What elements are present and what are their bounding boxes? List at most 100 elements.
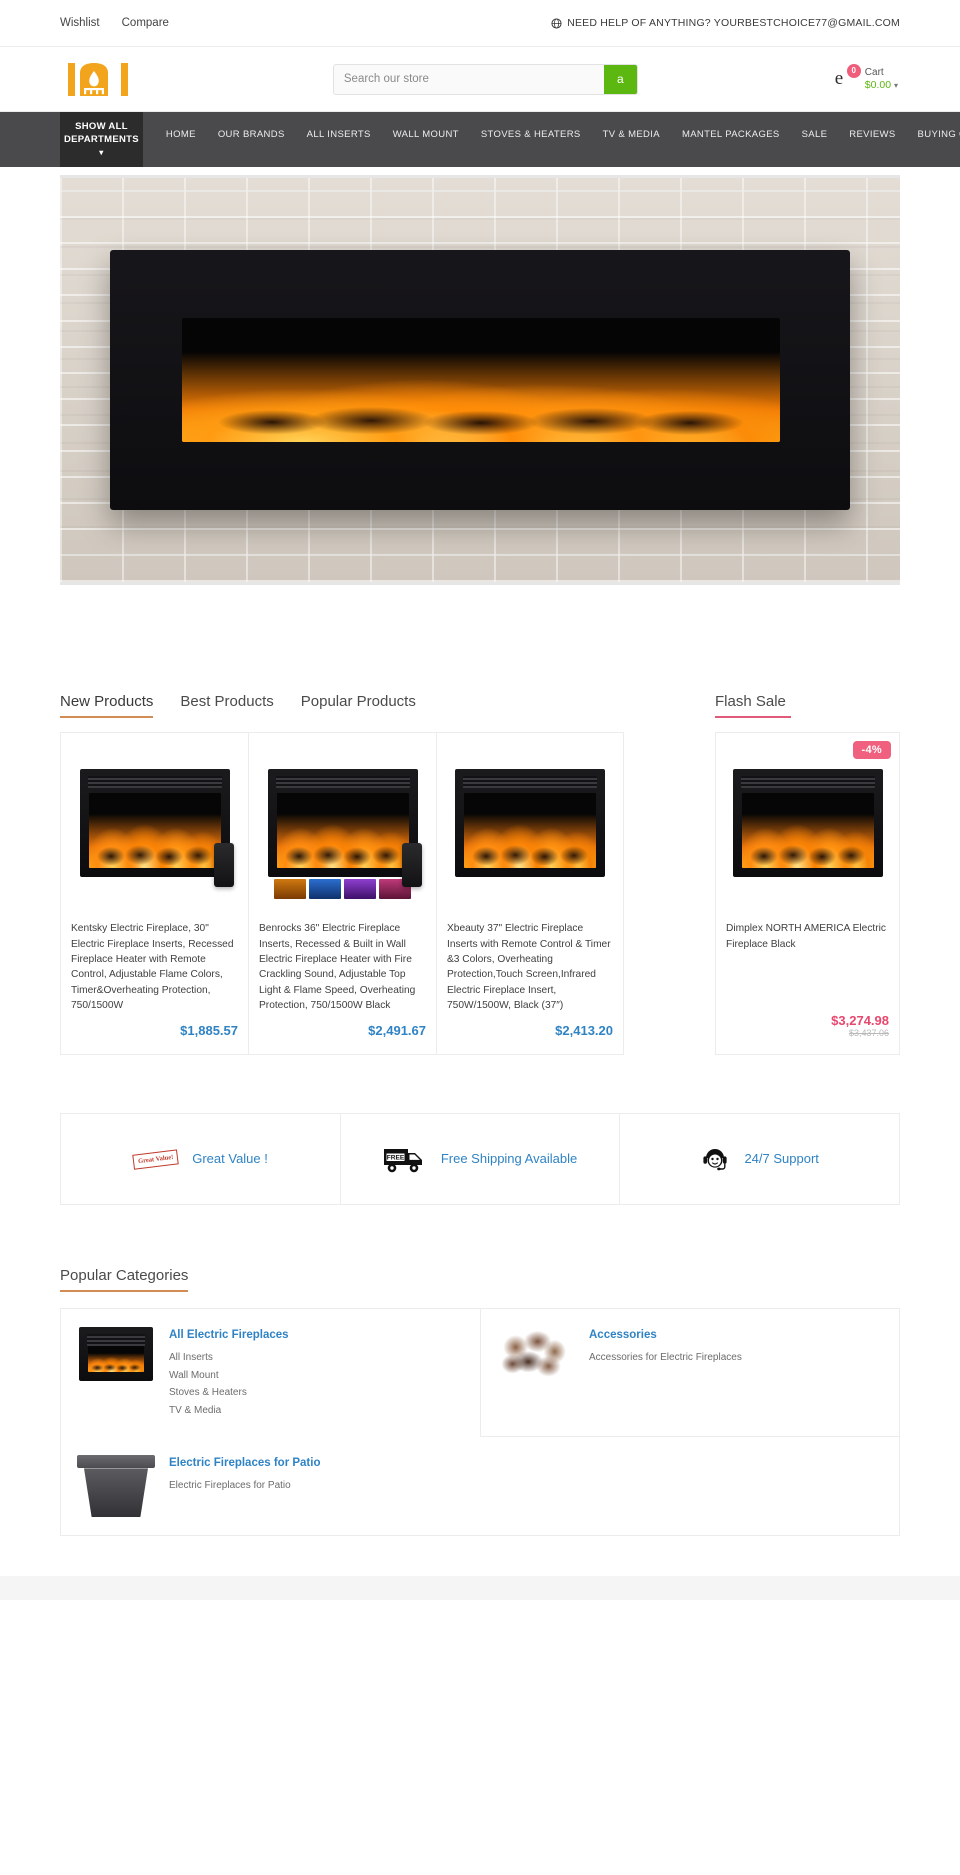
great-value-stamp-icon: Great Value!	[132, 1149, 179, 1170]
glass-panel	[741, 793, 874, 869]
footer-strip	[0, 1576, 960, 1601]
product-original-price: $3,437.06	[848, 1028, 889, 1039]
nav-item-reviews[interactable]: REVIEWS	[838, 129, 906, 140]
ember-bed-graphic	[746, 842, 869, 866]
cart-widget[interactable]: e 0 Cart $0.00 ▾	[834, 64, 900, 92]
nav-item-sale[interactable]: SALE	[791, 129, 839, 140]
fireplace-insert-thumb	[455, 769, 605, 878]
feature-great-value[interactable]: Great Value! Great Value !	[61, 1114, 340, 1204]
product-title[interactable]: Kentsky Electric Fireplace, 30" Electric…	[71, 921, 238, 1013]
glass-panel	[88, 1346, 144, 1373]
feature-label: Free Shipping Available	[440, 1151, 578, 1167]
cart-glyph: e	[834, 68, 844, 89]
chevron-down-icon[interactable]: ▾	[894, 81, 898, 90]
tab-popular-products[interactable]: Popular Products	[301, 693, 416, 718]
nav-item-stoves-heaters[interactable]: STOVES & HEATERS	[470, 129, 592, 140]
category-text: Electric Fireplaces for Patio Electric F…	[169, 1455, 320, 1495]
patio-firepit-thumb	[77, 1455, 155, 1518]
help-text: NEED HELP OF ANYTHING? YOURBESTCHOICE77@…	[567, 17, 900, 29]
product-title[interactable]: Xbeauty 37" Electric Fireplace Inserts w…	[447, 921, 613, 1013]
chevron-down-icon: ▾	[99, 147, 104, 157]
main-navigation: SHOW ALL DEPARTMENTS ▾ HOME OUR BRANDS A…	[0, 112, 960, 168]
cart-icon[interactable]: e 0	[834, 64, 861, 92]
nav-links: HOME OUR BRANDS ALL INSERTS WALL MOUNT S…	[143, 112, 960, 156]
product-image[interactable]	[447, 743, 613, 903]
category-name[interactable]: Accessories	[589, 1327, 742, 1343]
category-thumbnail	[77, 1327, 155, 1382]
product-sale-price: $3,274.98	[831, 1013, 889, 1029]
glass-panel	[88, 793, 221, 869]
category-description: Accessories for Electric Fireplaces	[589, 1352, 742, 1364]
remote-control-thumb	[401, 843, 422, 888]
category-grid-empty-cell	[480, 1437, 899, 1535]
product-cards-row: Kentsky Electric Fireplace, 30" Electric…	[60, 732, 900, 1056]
product-price: $2,491.67	[368, 1023, 426, 1039]
product-card[interactable]: Xbeauty 37" Electric Fireplace Inserts w…	[436, 732, 624, 1056]
fireplace-screen	[182, 318, 780, 443]
products-section: New Products Best Products Popular Produ…	[60, 585, 900, 1056]
category-subitems: All Inserts Wall Mount Stoves & Heaters …	[169, 1352, 247, 1416]
search-box[interactable]: a	[332, 63, 638, 95]
vent-detail	[740, 776, 875, 789]
features-bar: Great Value! Great Value ! FREE Free Shi…	[60, 1113, 900, 1206]
remote-control-thumb	[213, 843, 234, 888]
product-card[interactable]: Kentsky Electric Fireplace, 30" Electric…	[60, 732, 248, 1056]
show-all-departments-button[interactable]: SHOW ALL DEPARTMENTS ▾	[60, 112, 143, 168]
product-title[interactable]: Dimplex NORTH AMERICA Electric Fireplace…	[726, 921, 889, 1005]
search-input[interactable]	[333, 64, 604, 94]
category-cell-accessories[interactable]: Accessories Accessories for Electric Fir…	[480, 1309, 899, 1438]
category-text: Accessories Accessories for Electric Fir…	[589, 1327, 742, 1367]
vent-detail	[275, 776, 410, 789]
firepit-top	[77, 1455, 155, 1469]
swatch-blue	[308, 879, 341, 900]
nav-item-tv-media[interactable]: TV & MEDIA	[592, 129, 671, 140]
nav-item-buying-guide[interactable]: BUYING GUIDE	[907, 129, 960, 140]
hero-image[interactable]	[60, 175, 900, 586]
nav-item-all-inserts[interactable]: ALL INSERTS	[296, 129, 382, 140]
departments-label: SHOW ALL DEPARTMENTS	[64, 121, 139, 145]
help-contact[interactable]: NEED HELP OF ANYTHING? YOURBESTCHOICE77@…	[551, 17, 900, 29]
top-bar-links: Wishlist Compare	[60, 17, 169, 29]
swatch-orange	[273, 879, 306, 900]
top-bar: Wishlist Compare NEED HELP OF ANYTHING? …	[60, 0, 900, 46]
category-cell-electric-fireplaces-for-patio[interactable]: Electric Fireplaces for Patio Electric F…	[61, 1437, 480, 1535]
fireplace-insert-thumb	[267, 769, 422, 900]
cart-label: Cart	[864, 67, 884, 79]
compare-link[interactable]: Compare	[122, 17, 169, 29]
fireplace-insert-thumb	[732, 769, 883, 878]
wishlist-link[interactable]: Wishlist	[60, 17, 100, 29]
product-image[interactable]	[726, 743, 889, 903]
feature-label: Great Value !	[192, 1151, 268, 1167]
category-text: All Electric Fireplaces All Inserts Wall…	[169, 1327, 289, 1419]
feature-free-shipping[interactable]: FREE Free Shipping Available	[339, 1114, 620, 1205]
log-bed-graphic	[205, 402, 757, 435]
flash-sale-card[interactable]: -4% Dimplex NORTH AMERICA Electric Firep…	[715, 732, 900, 1056]
fireplace-logo-icon[interactable]	[60, 57, 136, 101]
nav-item-wall-mount[interactable]: WALL MOUNT	[382, 129, 470, 140]
color-swatch-strip	[273, 879, 411, 900]
ember-bed-graphic	[469, 842, 591, 866]
product-title[interactable]: Benrocks 36" Electric Fireplace Inserts,…	[259, 921, 426, 1013]
category-cell-all-electric-fireplaces[interactable]: All Electric Fireplaces All Inserts Wall…	[61, 1309, 480, 1437]
tab-new-products[interactable]: New Products	[60, 693, 154, 719]
hero-banner[interactable]	[60, 167, 900, 586]
vent-detail	[87, 1334, 145, 1347]
nav-item-home[interactable]: HOME	[155, 129, 207, 140]
svg-text:FREE: FREE	[387, 1155, 405, 1162]
product-image[interactable]	[71, 743, 238, 903]
product-image[interactable]	[259, 743, 426, 903]
feature-support[interactable]: 24/7 Support	[619, 1114, 899, 1205]
nav-item-mantel-packages[interactable]: MANTEL PACKAGES	[671, 129, 791, 140]
free-shipping-truck-icon: FREE	[383, 1144, 427, 1174]
search-submit-button[interactable]: a	[603, 64, 637, 94]
search-area: a	[136, 63, 835, 95]
globe-icon	[551, 17, 562, 29]
ember-bed-graphic	[93, 842, 216, 866]
category-name[interactable]: All Electric Fireplaces	[169, 1327, 289, 1343]
nav-item-our-brands[interactable]: OUR BRANDS	[207, 129, 296, 140]
vent-detail	[87, 776, 222, 789]
product-price: $1,885.57	[180, 1023, 238, 1039]
tab-best-products[interactable]: Best Products	[180, 693, 273, 718]
product-card[interactable]: Benrocks 36" Electric Fireplace Inserts,…	[248, 732, 436, 1056]
category-name[interactable]: Electric Fireplaces for Patio	[169, 1455, 320, 1471]
